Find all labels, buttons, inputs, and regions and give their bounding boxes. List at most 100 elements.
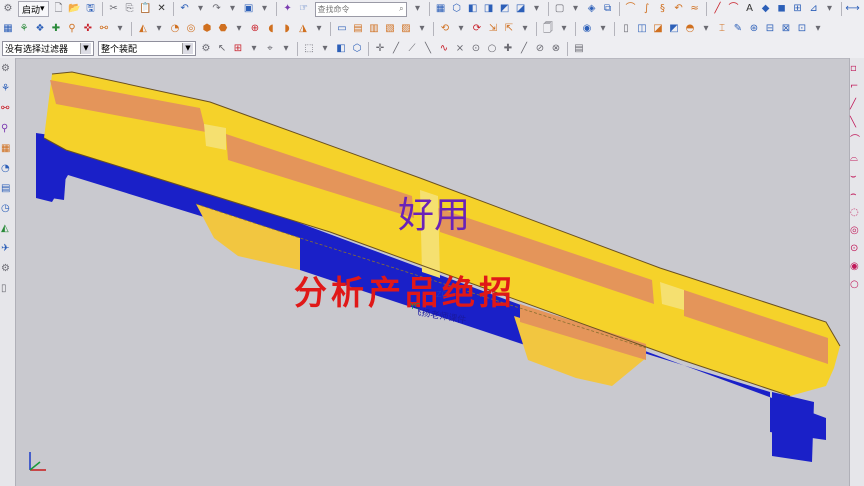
text-icon[interactable]: A: [743, 2, 757, 16]
sketch-point-icon[interactable]: ▫: [850, 62, 864, 76]
general-select-icon[interactable]: ⊞: [231, 42, 245, 56]
search-icon[interactable]: ⌕: [399, 4, 403, 14]
add-component-icon[interactable]: ✚: [49, 22, 63, 36]
sketch-conic-icon[interactable]: ○: [850, 278, 864, 292]
snap-line-icon[interactable]: ╱: [389, 42, 403, 56]
snap-curve-icon[interactable]: ∿: [437, 42, 451, 56]
part-navigator-icon[interactable]: ⚲: [1, 122, 15, 136]
work-layer-icon[interactable]: ⧉: [601, 2, 615, 16]
delete-icon[interactable]: ✕: [155, 2, 169, 16]
pocket-icon[interactable]: ⬣: [216, 22, 230, 36]
chevron-down-icon[interactable]: ▾: [557, 22, 571, 36]
orient-view-icon[interactable]: ⬡: [450, 2, 464, 16]
unite-icon[interactable]: ⊕: [248, 22, 262, 36]
chevron-down-icon[interactable]: ▾: [258, 2, 272, 16]
chevron-down-icon[interactable]: ▾: [411, 2, 425, 16]
sketch-profile-icon[interactable]: ⌐: [850, 80, 864, 94]
reuse-library-icon[interactable]: ▦: [1, 142, 15, 156]
filter-options-icon[interactable]: ⚙: [199, 42, 213, 56]
cube-top-icon[interactable]: ◩: [498, 2, 512, 16]
component-icon[interactable]: ❖: [33, 22, 47, 36]
constraint-icon[interactable]: ⚲: [65, 22, 79, 36]
start-menu-button[interactable]: 启动 ▾: [18, 1, 49, 17]
snap-center-icon[interactable]: ⊙: [469, 42, 483, 56]
chevron-down-icon[interactable]: ▾: [415, 22, 429, 36]
copy-icon[interactable]: ⎘: [123, 2, 137, 16]
system-scenes-icon[interactable]: ⚙: [1, 262, 15, 276]
revolve-icon[interactable]: ◔: [168, 22, 182, 36]
snap-bar-icon[interactable]: ▤: [572, 42, 586, 56]
box-select-icon[interactable]: ⬚: [302, 42, 316, 56]
constraint-navigator-icon[interactable]: ⚯: [1, 102, 15, 116]
chevron-down-icon[interactable]: ▾: [596, 22, 610, 36]
chevron-down-icon[interactable]: ▾: [318, 42, 332, 56]
chevron-down-icon[interactable]: ▾: [312, 22, 326, 36]
trim-icon[interactable]: ▨: [399, 22, 413, 36]
view-break-icon[interactable]: ◪: [651, 22, 665, 36]
chevron-down-icon[interactable]: ▾: [247, 42, 261, 56]
chevron-down-icon[interactable]: ▾: [823, 2, 837, 16]
sketch-line-icon[interactable]: ╱: [850, 98, 864, 112]
sketch-fillet-icon[interactable]: ⌢: [850, 188, 864, 202]
boss-icon[interactable]: ⬢: [200, 22, 214, 36]
snap-existing-icon[interactable]: ✚: [501, 42, 515, 56]
menu-grid-icon[interactable]: ▦: [434, 2, 448, 16]
snap-point-icon[interactable]: ✛: [373, 42, 387, 56]
open-folder-icon[interactable]: 📂: [68, 2, 82, 16]
snap-on-curve-icon[interactable]: ╱: [517, 42, 531, 56]
cube-side-icon[interactable]: ◪: [514, 2, 528, 16]
assembly-navigator-icon[interactable]: ⚘: [1, 82, 15, 96]
cube-view-icon[interactable]: ◧: [466, 2, 480, 16]
palette-icon[interactable]: ▯: [1, 282, 15, 296]
sketch-circle-icon[interactable]: ◌: [850, 206, 864, 220]
selection-arrow-icon[interactable]: ↖: [215, 42, 229, 56]
weld-icon[interactable]: ⊠: [779, 22, 793, 36]
assembly-icon[interactable]: ⚘: [17, 22, 31, 36]
save-icon[interactable]: 🖫: [84, 2, 98, 16]
process-studio-icon[interactable]: ◷: [1, 202, 15, 216]
window-icon[interactable]: ▣: [242, 2, 256, 16]
magic-wand-icon[interactable]: ✦: [281, 2, 295, 16]
chevron-down-icon[interactable]: ▾: [194, 2, 208, 16]
sketch-arc-icon[interactable]: ⌒: [850, 134, 864, 148]
mold-wizard-icon[interactable]: ⊡: [795, 22, 809, 36]
trim-body-icon[interactable]: ⊿: [807, 2, 821, 16]
spline-icon[interactable]: ∫: [640, 2, 654, 16]
sketch-ellipse-icon[interactable]: ⊙: [850, 242, 864, 256]
gear-icon[interactable]: ⚙: [1, 2, 15, 16]
symbol-icon[interactable]: ⊛: [747, 22, 761, 36]
touch-mode-icon[interactable]: ☞: [297, 2, 311, 16]
cube-front-icon[interactable]: ◨: [482, 2, 496, 16]
select-feature-icon[interactable]: ⬡: [350, 42, 364, 56]
chevron-down-icon[interactable]: ▾: [152, 22, 166, 36]
pull-face-icon[interactable]: ⇱: [502, 22, 516, 36]
sketch-line-alt-icon[interactable]: ╲: [850, 116, 864, 130]
dimension-icon[interactable]: ⌶: [715, 22, 729, 36]
chevron-down-icon[interactable]: ▼: [182, 43, 193, 54]
snap-arc-icon[interactable]: ⊗: [549, 42, 563, 56]
chevron-down-icon[interactable]: ▼: [80, 43, 91, 54]
deselect-icon[interactable]: ⌖: [263, 42, 277, 56]
selection-scope-select[interactable]: 整个装配 ▼: [98, 41, 196, 56]
layer-icon[interactable]: ◈: [585, 2, 599, 16]
command-search-input[interactable]: 查找命令 ⌕: [314, 1, 407, 17]
section-view-icon[interactable]: ◩: [667, 22, 681, 36]
grid-icon[interactable]: ▦: [1, 22, 15, 36]
graphics-window[interactable]: 好用 分析产品绝招 ZC YC 飞扬老师课件: [16, 58, 850, 486]
chevron-down-icon[interactable]: ▾: [518, 22, 532, 36]
block-icon[interactable]: ◼: [775, 2, 789, 16]
snap-quadrant-icon[interactable]: ○: [485, 42, 499, 56]
drafting-icon[interactable]: ◫: [635, 22, 649, 36]
arc-icon[interactable]: ⌒: [727, 2, 741, 16]
sketch-curve-icon[interactable]: ⌣: [850, 170, 864, 184]
web-browser-icon[interactable]: ◔: [1, 162, 15, 176]
edge-blend-icon[interactable]: ◖: [264, 22, 278, 36]
sketch-arc-alt-icon[interactable]: ⌓: [850, 152, 864, 166]
history-icon[interactable]: ▤: [1, 182, 15, 196]
chevron-down-icon[interactable]: ▾: [454, 22, 468, 36]
sketch-icon[interactable]: ⌒: [624, 2, 638, 16]
select-body-icon[interactable]: ◧: [334, 42, 348, 56]
window-layout-icon[interactable]: ▢: [553, 2, 567, 16]
offset-curve-icon[interactable]: ≈: [688, 2, 702, 16]
chevron-down-icon[interactable]: ▾: [569, 2, 583, 16]
